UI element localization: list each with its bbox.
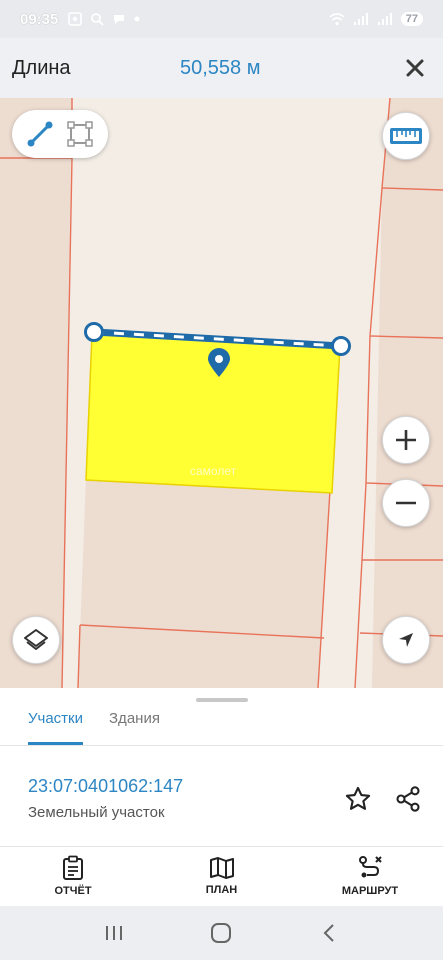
layers-button[interactable]	[12, 616, 60, 664]
status-time: 09:35	[20, 10, 59, 28]
bottom-actions: ОТЧЁТ ПЛАН МАРШРУТ	[0, 847, 443, 905]
navigation-arrow-icon	[399, 633, 413, 647]
route-label: МАРШРУТ	[341, 885, 399, 897]
measure-mode-title: Длина	[12, 56, 71, 79]
parcel-type-label: Земельный участок	[28, 804, 165, 821]
status-bar: 09:35 77	[0, 0, 443, 38]
recents-button[interactable]	[94, 913, 134, 953]
wifi-icon	[329, 13, 345, 26]
favorite-button[interactable]	[342, 783, 374, 815]
route-button[interactable]: МАРШРУТ	[325, 847, 415, 905]
layers-icon	[24, 629, 48, 650]
measure-end-handle[interactable]	[331, 336, 351, 356]
recents-icon	[105, 926, 122, 940]
parcel-info-panel: Участки Здания 23:07:0401062:147 Земельн…	[0, 688, 443, 906]
route-icon	[359, 856, 382, 878]
signal-2-icon	[377, 13, 392, 25]
status-notification-icons	[68, 12, 140, 26]
report-button[interactable]: ОТЧЁТ	[28, 847, 118, 905]
close-icon	[406, 59, 424, 77]
line-mode-button[interactable]	[24, 118, 56, 150]
system-nav-bar	[0, 906, 443, 960]
area-mode-button[interactable]	[64, 118, 96, 150]
tab-buildings[interactable]: Здания	[109, 702, 160, 745]
area-measure-icon	[67, 121, 93, 147]
plan-button[interactable]: ПЛАН	[177, 847, 267, 905]
parcel-cadastral-number[interactable]: 23:07:0401062:147	[28, 776, 183, 797]
battery-indicator: 77	[400, 12, 423, 26]
panel-tabs: Участки Здания	[0, 702, 443, 746]
map-canvas	[0, 98, 443, 688]
map-view[interactable]: самолет	[0, 98, 443, 688]
tab-parcels[interactable]: Участки	[28, 702, 83, 745]
measure-header: Длина 50,558 м	[0, 38, 443, 98]
status-system-icons: 77	[329, 12, 423, 26]
report-label: ОТЧЁТ	[54, 885, 92, 897]
measure-start-handle[interactable]	[84, 322, 104, 342]
my-location-button[interactable]	[382, 616, 430, 664]
home-icon	[211, 923, 232, 943]
zoom-in-button[interactable]	[382, 416, 430, 464]
zoom-out-button[interactable]	[382, 479, 430, 527]
ruler-icon	[390, 128, 422, 144]
back-button[interactable]	[309, 913, 349, 953]
measure-length-value: 50,558 м	[180, 56, 261, 79]
minus-icon	[396, 501, 416, 505]
back-icon	[323, 924, 334, 942]
screen-record-icon	[68, 12, 83, 26]
map-watermark-line1: самолет	[190, 464, 237, 478]
dot-status-icon	[134, 16, 140, 22]
report-icon	[63, 855, 83, 880]
chat-status-icon	[114, 15, 125, 24]
star-icon	[345, 786, 371, 810]
draw-mode-switch	[12, 110, 108, 158]
search-status-icon	[91, 13, 105, 26]
share-button[interactable]	[392, 783, 424, 815]
ruler-button[interactable]	[382, 112, 430, 160]
close-button[interactable]	[399, 52, 431, 84]
share-icon	[396, 786, 420, 812]
signal-icon	[353, 13, 368, 25]
plus-icon	[396, 430, 416, 450]
plan-label: ПЛАН	[205, 884, 238, 896]
map-plan-icon	[209, 857, 234, 879]
line-measure-icon	[27, 121, 53, 147]
home-button[interactable]	[201, 913, 241, 953]
